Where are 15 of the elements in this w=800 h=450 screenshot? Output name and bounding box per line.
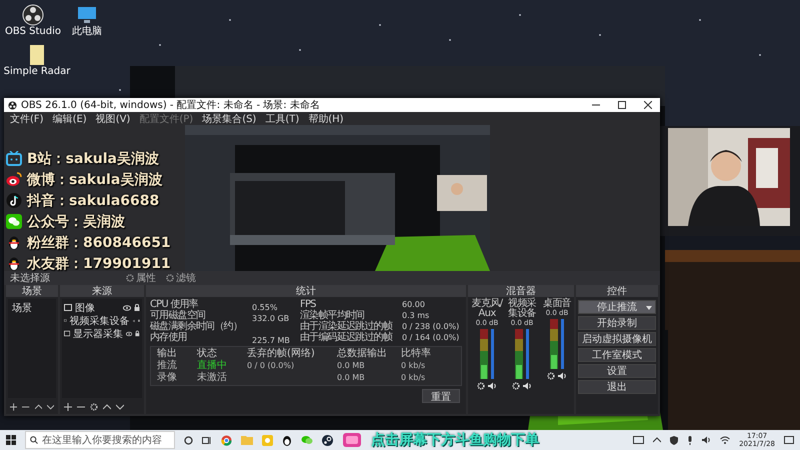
notification-icon[interactable]: [784, 436, 794, 444]
wifi-icon[interactable]: [720, 436, 730, 444]
shield-icon[interactable]: [670, 436, 678, 444]
chevron-up-icon[interactable]: [653, 437, 662, 443]
microphone-icon[interactable]: [687, 436, 694, 444]
keyboard-icon[interactable]: [633, 436, 644, 444]
task-view-icon[interactable]: [202, 436, 212, 444]
browser-icon[interactable]: [221, 434, 232, 446]
sticker-icon: [342, 432, 362, 448]
speaker-icon[interactable]: [702, 436, 712, 444]
banner-text: 点击屏幕下方斗鱼购物下单: [371, 431, 539, 449]
windows-logo-icon[interactable]: [6, 435, 16, 445]
steam-icon[interactable]: [322, 434, 333, 446]
search-icon: [30, 436, 38, 444]
circle-icon[interactable]: [184, 436, 193, 444]
